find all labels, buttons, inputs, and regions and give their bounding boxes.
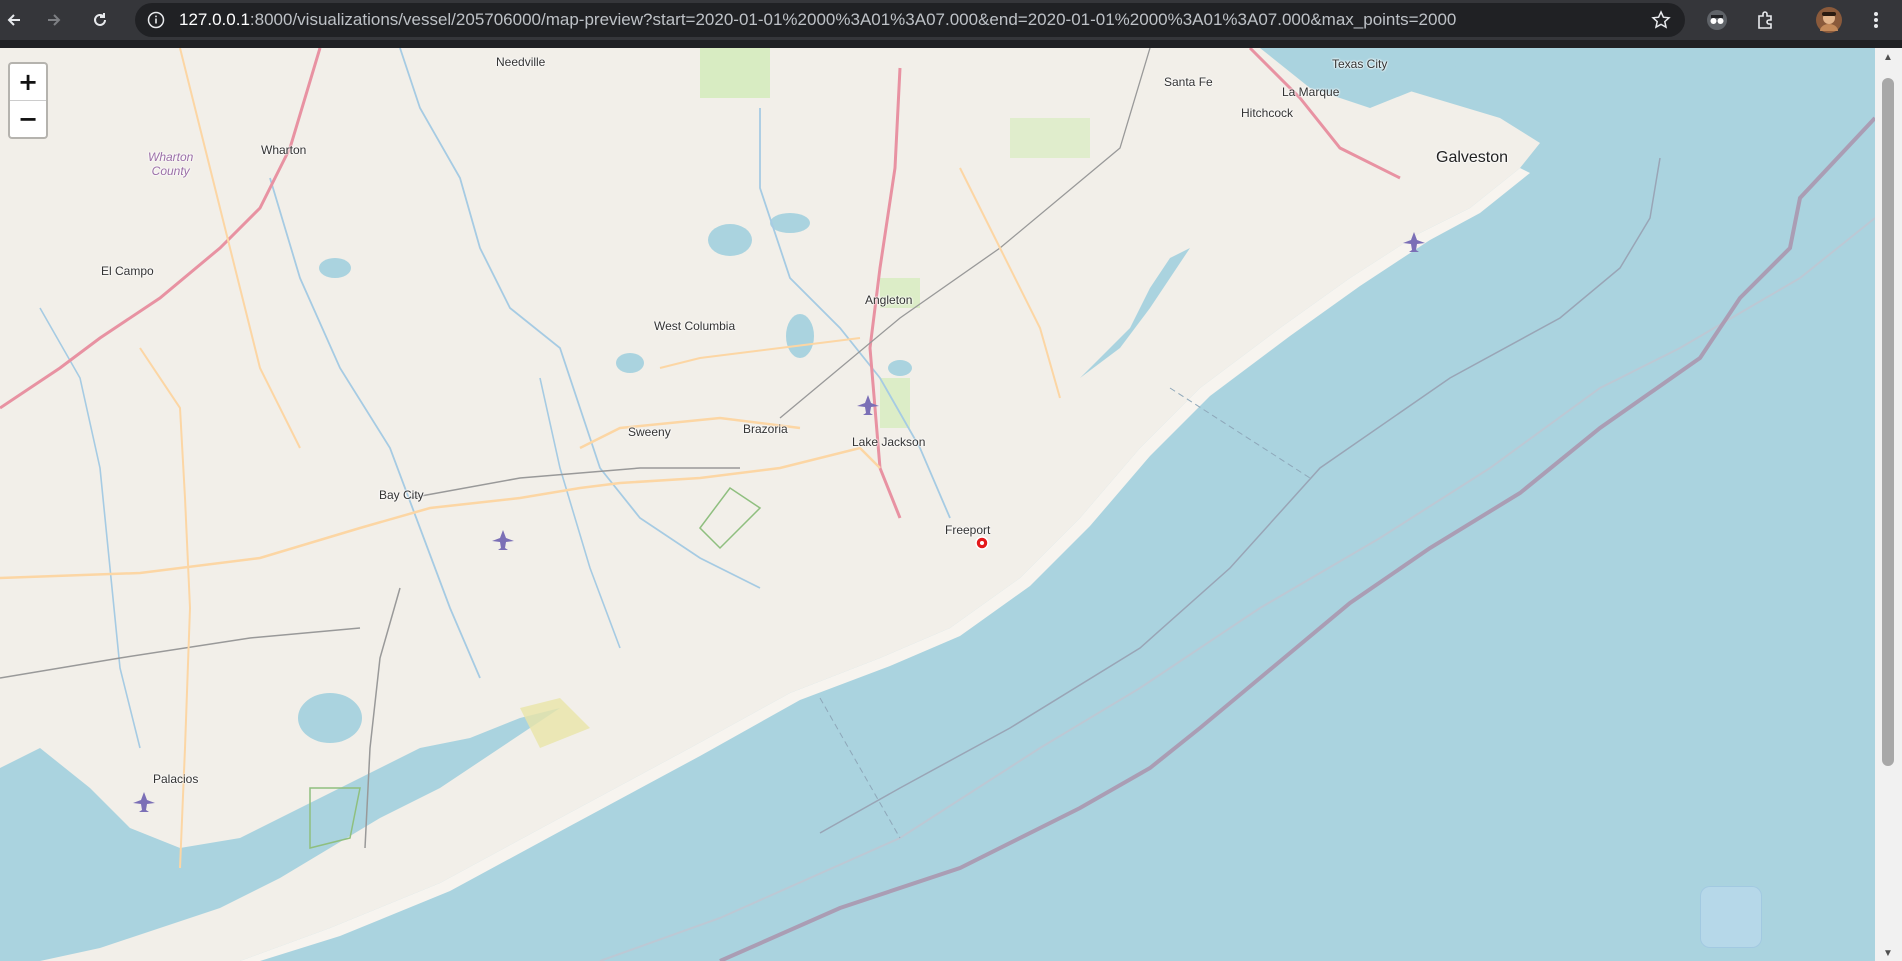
url-host: 127.0.0.1	[179, 10, 250, 29]
floating-widget-button[interactable]	[1700, 886, 1762, 948]
back-arrow-icon[interactable]	[0, 6, 28, 34]
zoom-in-button[interactable]: +	[10, 64, 46, 101]
place-label: Santa Fe	[1164, 75, 1213, 89]
place-label: La Marque	[1282, 85, 1340, 99]
place-label: Galveston	[1436, 149, 1509, 166]
extensions-icon[interactable]	[1751, 6, 1779, 34]
url-text[interactable]: 127.0.0.1:8000/visualizations/vessel/205…	[179, 3, 1456, 37]
place-label: West Columbia	[654, 319, 736, 333]
county-label-line2: County	[151, 164, 190, 178]
place-label: Hitchcock	[1241, 106, 1294, 120]
star-icon[interactable]	[1651, 10, 1671, 35]
place-label: Angleton	[865, 293, 913, 307]
place-label: Palacios	[153, 772, 199, 786]
county-label: Wharton County	[148, 150, 193, 178]
profile-avatar[interactable]	[1815, 6, 1843, 34]
page-scrollbar[interactable]: ▲ ▼	[1875, 48, 1902, 961]
url-path: :8000/visualizations/vessel/205706000/ma…	[249, 10, 1457, 29]
scrollbar-thumb[interactable]	[1882, 78, 1894, 766]
reload-icon[interactable]	[86, 6, 114, 34]
map-tiles	[0, 48, 1875, 961]
info-icon[interactable]	[147, 11, 165, 34]
incognito-icon[interactable]	[1703, 6, 1731, 34]
place-label: Freeport	[945, 523, 991, 537]
place-label: Needville	[496, 55, 546, 69]
address-bar[interactable]: 127.0.0.1:8000/visualizations/vessel/205…	[135, 3, 1685, 37]
scroll-down-arrow-icon[interactable]: ▼	[1883, 948, 1893, 959]
menu-dots-icon[interactable]	[1862, 6, 1890, 34]
zoom-out-button[interactable]: −	[10, 101, 46, 137]
zoom-control: + −	[8, 62, 48, 139]
place-label: Brazoria	[743, 422, 788, 436]
place-label: Bay City	[379, 488, 424, 502]
map-view[interactable]: Needville Texas City Santa Fe La Marque …	[0, 48, 1875, 961]
place-label: Texas City	[1332, 57, 1388, 71]
place-label: Lake Jackson	[852, 435, 926, 449]
scroll-up-arrow-icon[interactable]: ▲	[1883, 52, 1893, 63]
place-label: El Campo	[101, 264, 154, 278]
forward-arrow-icon[interactable]	[40, 6, 68, 34]
place-label: Sweeny	[628, 425, 671, 439]
place-label: Wharton	[261, 143, 307, 157]
browser-toolbar: 127.0.0.1:8000/visualizations/vessel/205…	[0, 0, 1902, 40]
county-label-line1: Wharton	[148, 150, 194, 164]
